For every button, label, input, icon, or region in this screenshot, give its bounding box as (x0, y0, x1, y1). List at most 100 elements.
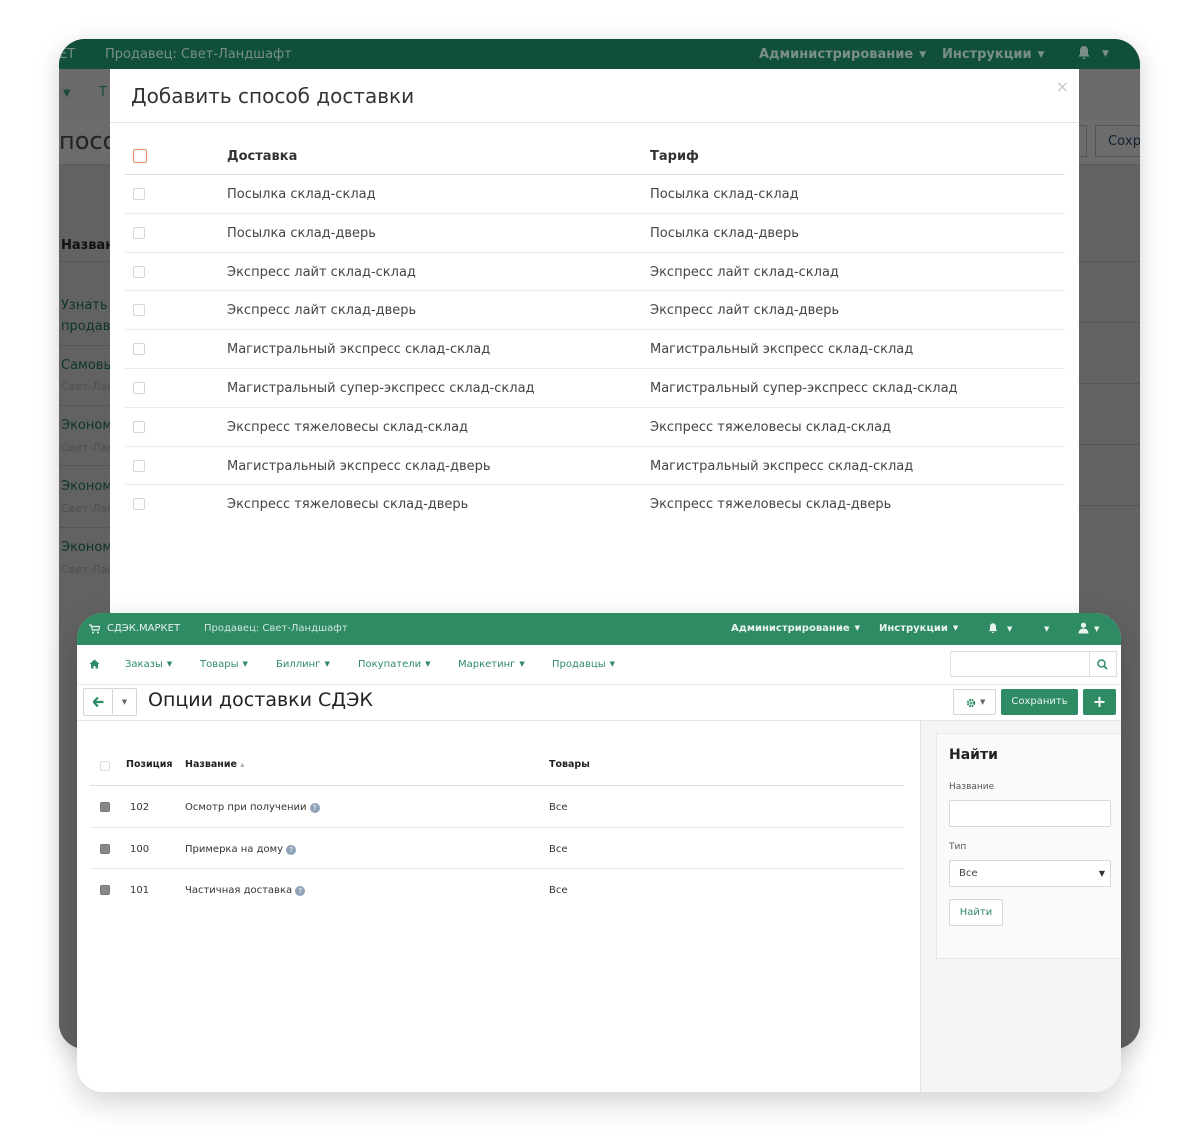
delivery-cell: Магистральный супер-экспресс склад-склад (227, 380, 535, 396)
help-icon[interactable]: ? (286, 844, 297, 855)
help-icon[interactable]: ? (309, 803, 320, 813)
nav-item-orders[interactable]: Заказы ▼ (125, 659, 172, 670)
instructions-menu[interactable]: Инструкции ▼ (942, 47, 1044, 62)
table-row[interactable]: Экспресс тяжеловесы склад-склад Экспресс … (124, 408, 1065, 447)
row-checkbox[interactable] (133, 343, 145, 356)
instructions-menu[interactable]: Инструкции ▼ (879, 623, 958, 634)
divider (59, 465, 110, 466)
table-row[interactable]: Экспресс тяжеловесы склад-дверь Экспресс … (124, 485, 1065, 524)
list-item[interactable]: Самовы (61, 358, 114, 373)
position-cell[interactable]: 101 (130, 885, 149, 896)
close-icon[interactable]: × (1056, 77, 1069, 96)
user-caret-icon[interactable]: ▼ (1094, 625, 1099, 633)
tariff-cell: Экспресс лайт склад-дверь (650, 303, 840, 319)
table-row[interactable]: 100 Примерка на дому? Все (90, 828, 904, 869)
chevron-down-icon[interactable]: ▼ (1044, 625, 1049, 633)
help-icon[interactable]: ? (295, 886, 306, 896)
select-all-checkbox[interactable] (100, 761, 110, 771)
admin-menu[interactable]: Администрирование ▼ (731, 623, 860, 634)
nav-fragment[interactable]: Т (99, 85, 107, 100)
seller-label: Продавец: Свет-Ландшафт (105, 47, 292, 62)
position-cell[interactable]: 102 (130, 802, 149, 813)
delivery-cell: Экспресс тяжеловесы склад-дверь (227, 497, 469, 513)
divider (1079, 322, 1140, 323)
divider (1079, 261, 1140, 262)
row-checkbox[interactable] (133, 304, 145, 317)
bell-caret-icon[interactable]: ▼ (1007, 625, 1012, 633)
back-dropdown-button[interactable]: ▼ (113, 688, 137, 716)
save-button[interactable]: Сохранить (1001, 689, 1078, 715)
name-cell[interactable]: Примерка на дому? (185, 844, 297, 855)
column-header-position[interactable]: Позиция (126, 759, 172, 770)
select-all-checkbox[interactable] (133, 149, 147, 163)
row-checkbox[interactable] (100, 843, 110, 854)
top-bar: ЕТ Продавец: Свет-Ландшафт Администриров… (59, 39, 1140, 69)
divider (59, 405, 110, 406)
row-checkbox[interactable] (100, 885, 110, 895)
find-button[interactable]: Найти (949, 899, 1003, 926)
nav-item-marketing[interactable]: Маркетинг ▼ (458, 659, 525, 670)
name-cell[interactable]: Осмотр при получении? (185, 802, 320, 813)
table-header-row: Позиция Название ▴ Товары (90, 744, 904, 786)
column-header-name[interactable]: Название ▴ (185, 759, 244, 770)
divider (59, 261, 110, 262)
brand-logo[interactable]: СДЭК.МАРКЕТ (107, 623, 180, 634)
delivery-cell: Магистральный экспресс склад-склад (227, 342, 491, 358)
search-button[interactable] (1089, 651, 1117, 677)
filter-panel: Найти Название Тип Все ▼ Найти (936, 733, 1121, 959)
add-button[interactable]: + (1083, 689, 1116, 715)
admin-menu[interactable]: Администрирование ▼ (759, 47, 926, 62)
row-checkbox[interactable] (133, 498, 145, 511)
table-row[interactable]: Экспресс лайт склад-дверь Экспресс лайт с… (124, 291, 1065, 331)
column-header-delivery[interactable]: Доставка (227, 149, 297, 164)
column-header-fragment: Назван (61, 238, 115, 253)
nav-item-sellers[interactable]: Продавцы ▼ (552, 659, 615, 670)
list-item[interactable]: Эконом (61, 479, 112, 494)
table-row[interactable]: Магистральный супер-экспресс склад-склад… (124, 369, 1065, 408)
page-title-fragment: посо (59, 127, 118, 155)
row-checkbox[interactable] (133, 381, 145, 394)
list-item-line[interactable]: продав (61, 319, 110, 334)
row-checkbox[interactable] (133, 188, 145, 200)
settings-button[interactable]: ▼ (953, 689, 996, 715)
position-cell[interactable]: 100 (130, 844, 149, 855)
bell-caret-icon[interactable]: ▼ (1102, 49, 1109, 59)
brand-fragment: ЕТ (59, 47, 76, 62)
chevron-down-icon[interactable]: ▼ (63, 88, 71, 99)
save-button-fragment[interactable]: Сохр (1095, 125, 1140, 157)
delivery-cell: Магистральный экспресс склад-дверь (227, 458, 491, 474)
table-row[interactable]: Посылка склад-дверь Посылка склад-дверь (124, 214, 1065, 253)
table-row[interactable]: Магистральный экспресс склад-дверь Магист… (124, 447, 1065, 486)
name-filter-input[interactable] (949, 800, 1111, 827)
column-header-goods[interactable]: Товары (549, 759, 590, 770)
table-row[interactable]: 102 Осмотр при получении? Все (90, 786, 904, 828)
row-checkbox[interactable] (133, 459, 145, 472)
type-filter-select[interactable]: Все ▼ (949, 860, 1111, 887)
home-icon[interactable] (89, 659, 100, 669)
foreground-screenshot: СДЭК.МАРКЕТ Продавец: Свет-Ландшафт Адми… (77, 613, 1121, 1092)
delivery-cell: Посылка склад-дверь (227, 225, 376, 241)
bell-icon[interactable] (987, 622, 999, 635)
list-item[interactable]: Узнать (61, 298, 108, 313)
filter-title: Найти (949, 747, 998, 763)
table-row[interactable]: Экспресс лайт склад-склад Экспресс лайт с… (124, 253, 1065, 292)
list-item[interactable]: Эконом (61, 418, 112, 433)
nav-item-products[interactable]: Товары ▼ (200, 659, 248, 670)
bell-icon[interactable] (1076, 45, 1092, 61)
type-filter-label: Тип (949, 842, 967, 852)
nav-item-customers[interactable]: Покупатели ▼ (358, 659, 431, 670)
row-checkbox[interactable] (100, 802, 110, 812)
nav-item-billing[interactable]: Биллинг ▼ (276, 659, 330, 670)
list-item[interactable]: Эконом (61, 540, 112, 555)
user-icon[interactable] (1078, 622, 1089, 634)
row-checkbox[interactable] (133, 420, 145, 433)
row-checkbox[interactable] (133, 226, 145, 239)
table-row[interactable]: 101 Частичная доставка? Все (90, 869, 904, 911)
name-cell[interactable]: Частичная доставка? (185, 885, 306, 896)
column-header-tariff[interactable]: Тариф (650, 149, 699, 164)
table-row[interactable]: Магистральный экспресс склад-склад Магист… (124, 330, 1065, 369)
back-button[interactable] (83, 688, 113, 716)
table-row[interactable]: Посылка склад-склад Посылка склад-склад (124, 175, 1065, 214)
row-checkbox[interactable] (133, 265, 145, 278)
search-input[interactable] (950, 651, 1090, 677)
